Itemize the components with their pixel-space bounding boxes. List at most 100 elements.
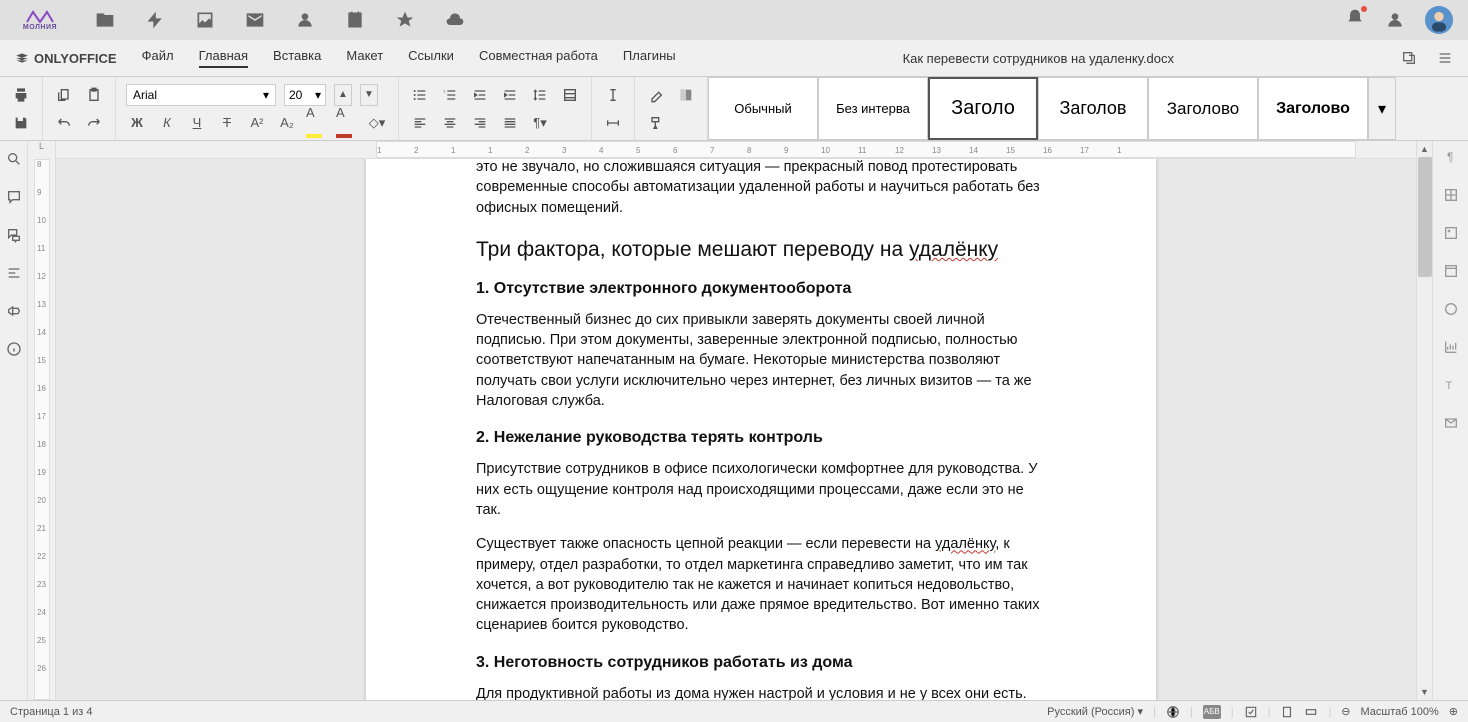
image-icon[interactable] bbox=[195, 10, 215, 30]
tab-file[interactable]: Файл bbox=[142, 48, 174, 68]
insert-table-icon[interactable] bbox=[559, 84, 581, 106]
paragraph-settings-icon[interactable]: ¶ bbox=[1443, 149, 1459, 165]
search-icon[interactable] bbox=[6, 151, 22, 167]
mail-icon[interactable] bbox=[245, 10, 265, 30]
globe-icon[interactable] bbox=[1166, 705, 1180, 719]
open-location-icon[interactable] bbox=[1401, 50, 1417, 66]
calendar-icon[interactable] bbox=[345, 10, 365, 30]
font-color-button[interactable]: A bbox=[336, 112, 358, 134]
style-heading4[interactable]: Заголово bbox=[1258, 77, 1368, 140]
align-left-icon[interactable] bbox=[409, 112, 431, 134]
star-icon[interactable] bbox=[395, 10, 415, 30]
spellcheck-word[interactable]: удалёнку bbox=[909, 238, 998, 261]
strike-button[interactable]: Т bbox=[216, 112, 238, 134]
app-logo-icon bbox=[15, 51, 29, 65]
undo-icon[interactable] bbox=[53, 112, 75, 134]
print-icon[interactable] bbox=[10, 84, 32, 106]
font-decrease-button[interactable]: ▼ bbox=[360, 84, 378, 106]
fit-page-icon[interactable] bbox=[1280, 705, 1294, 719]
zoom-out-button[interactable]: ⊖ bbox=[1341, 705, 1350, 718]
scroll-thumb[interactable] bbox=[1418, 157, 1432, 277]
tab-references[interactable]: Ссылки bbox=[408, 48, 454, 68]
bold-button[interactable]: Ж bbox=[126, 112, 148, 134]
flash-icon[interactable] bbox=[145, 10, 165, 30]
superscript-button[interactable]: A² bbox=[246, 112, 268, 134]
about-icon[interactable] bbox=[6, 341, 22, 357]
topbar-right bbox=[1345, 6, 1453, 34]
align-center-icon[interactable] bbox=[439, 112, 461, 134]
zoom-indicator[interactable]: Масштаб 100% bbox=[1361, 706, 1439, 718]
language-indicator[interactable]: Русский (Россия) ▾ bbox=[1047, 705, 1143, 718]
mail-merge-icon[interactable] bbox=[1443, 415, 1459, 431]
menu-icon[interactable] bbox=[1437, 50, 1453, 66]
font-size-select[interactable]: 20▾ bbox=[284, 84, 326, 106]
align-justify-icon[interactable] bbox=[499, 112, 521, 134]
group-print bbox=[0, 77, 43, 140]
paint-icon[interactable] bbox=[645, 112, 667, 134]
spellcheck-word[interactable]: удалёнку bbox=[935, 536, 995, 552]
clear-format-button[interactable]: ◇▾ bbox=[366, 112, 388, 134]
highlight-button[interactable]: A bbox=[306, 112, 328, 134]
cloud-icon[interactable] bbox=[445, 10, 465, 30]
notifications-icon[interactable] bbox=[1345, 8, 1365, 33]
indent-icon[interactable] bbox=[499, 84, 521, 106]
align-right-icon[interactable] bbox=[469, 112, 491, 134]
spellcheck-indicator[interactable]: АБВ bbox=[1203, 705, 1221, 719]
font-increase-button[interactable]: ▲ bbox=[334, 84, 352, 106]
chart-settings-icon[interactable] bbox=[1443, 339, 1459, 355]
navigation-icon[interactable] bbox=[6, 265, 22, 281]
line-spacing-icon[interactable] bbox=[529, 84, 551, 106]
zoom-in-button[interactable]: ⊕ bbox=[1449, 705, 1458, 718]
copy-icon[interactable] bbox=[53, 84, 75, 106]
style-heading1[interactable]: Заголо bbox=[928, 77, 1038, 140]
italic-button[interactable]: К bbox=[156, 112, 178, 134]
tab-layout[interactable]: Макет bbox=[346, 48, 383, 68]
header-settings-icon[interactable] bbox=[1443, 263, 1459, 279]
bullets-icon[interactable] bbox=[409, 84, 431, 106]
tab-home[interactable]: Главная bbox=[199, 48, 248, 68]
svg-text:¶: ¶ bbox=[1447, 150, 1453, 164]
comments-icon[interactable] bbox=[6, 189, 22, 205]
style-normal[interactable]: Обычный bbox=[708, 77, 818, 140]
underline-button[interactable]: Ч bbox=[186, 112, 208, 134]
user-icon[interactable] bbox=[1385, 10, 1405, 30]
logo[interactable]: МОЛНИЯ bbox=[15, 9, 65, 31]
redo-icon[interactable] bbox=[83, 112, 105, 134]
track-changes-icon[interactable] bbox=[1244, 705, 1258, 719]
image-settings-icon[interactable] bbox=[1443, 225, 1459, 241]
numbering-icon[interactable]: 1 bbox=[439, 84, 461, 106]
styles-expand-button[interactable]: ▾ bbox=[1368, 77, 1396, 140]
feedback-icon[interactable] bbox=[6, 303, 22, 319]
folder-icon[interactable] bbox=[95, 10, 115, 30]
scroll-down-button[interactable]: ▼ bbox=[1417, 684, 1432, 700]
nonprinting-icon[interactable]: ¶▾ bbox=[529, 112, 551, 134]
style-heading2[interactable]: Заголов bbox=[1038, 77, 1148, 140]
document-page: это не звучало, но сложившаяся ситуация … bbox=[366, 159, 1156, 700]
text-art-settings-icon[interactable]: T bbox=[1443, 377, 1459, 393]
save-icon[interactable] bbox=[10, 112, 32, 134]
outdent-icon[interactable] bbox=[469, 84, 491, 106]
tab-insert[interactable]: Вставка bbox=[273, 48, 321, 68]
chat-icon[interactable] bbox=[6, 227, 22, 243]
paste-icon[interactable] bbox=[83, 84, 105, 106]
fit-width-icon[interactable] bbox=[1304, 705, 1318, 719]
tab-plugins[interactable]: Плагины bbox=[623, 48, 676, 68]
table-settings-icon[interactable] bbox=[1443, 187, 1459, 203]
vertical-scrollbar[interactable]: ▲ ▼ bbox=[1416, 141, 1432, 700]
scroll-up-button[interactable]: ▲ bbox=[1417, 141, 1432, 157]
avatar[interactable] bbox=[1425, 6, 1453, 34]
subscript-button[interactable]: A₂ bbox=[276, 112, 298, 134]
text-horizontal-icon[interactable] bbox=[602, 112, 624, 134]
page-indicator[interactable]: Страница 1 из 4 bbox=[10, 706, 92, 718]
text-vertical-icon[interactable] bbox=[602, 84, 624, 106]
style-no-spacing[interactable]: Без интерва bbox=[818, 77, 928, 140]
document-area: 12112345678910111213141516171 это не зву… bbox=[56, 141, 1416, 700]
eraser-icon[interactable] bbox=[645, 84, 667, 106]
people-icon[interactable] bbox=[295, 10, 315, 30]
page-scroll[interactable]: это не звучало, но сложившаяся ситуация … bbox=[56, 159, 1416, 700]
tab-collaboration[interactable]: Совместная работа bbox=[479, 48, 598, 68]
shape-settings-icon[interactable] bbox=[1443, 301, 1459, 317]
shading-icon[interactable] bbox=[675, 84, 697, 106]
style-heading3[interactable]: Заголово bbox=[1148, 77, 1258, 140]
font-name-select[interactable]: Arial▾ bbox=[126, 84, 276, 106]
